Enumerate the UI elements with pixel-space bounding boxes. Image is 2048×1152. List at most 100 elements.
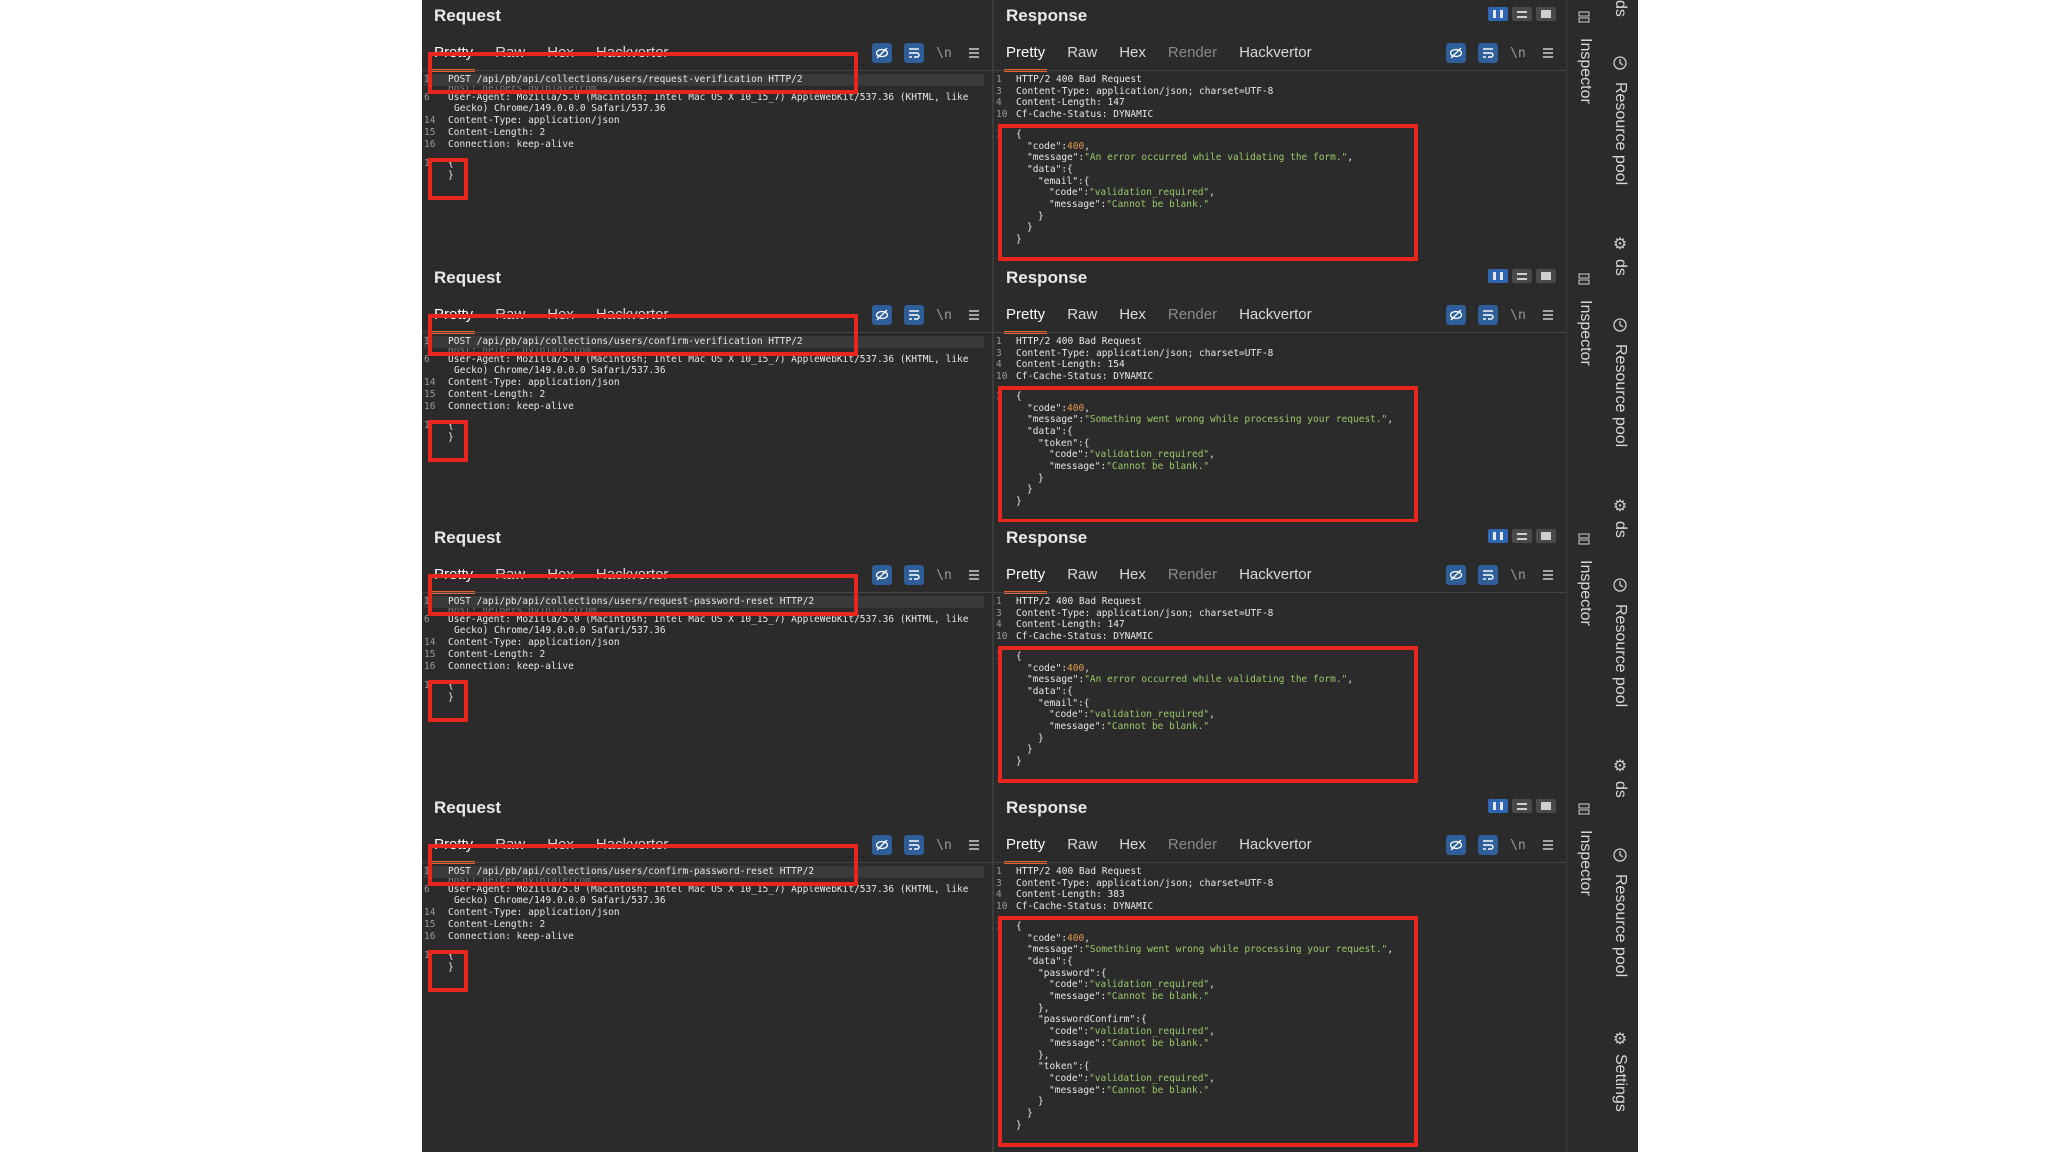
- tab-hackvertor[interactable]: Hackvertor: [1239, 566, 1312, 592]
- tab-hex[interactable]: Hex: [1119, 306, 1146, 332]
- side-by-side-layout-icon[interactable]: [1488, 269, 1508, 283]
- tab-render[interactable]: Render: [1168, 566, 1217, 592]
- ds-tab[interactable]: ds: [1611, 0, 1629, 17]
- tabbed-layout-icon[interactable]: [1536, 269, 1556, 283]
- stacked-layout-icon[interactable]: [1512, 529, 1532, 543]
- inspector-icon[interactable]: [1575, 8, 1593, 26]
- tab-pretty[interactable]: Pretty: [1003, 306, 1048, 334]
- show-newlines-button[interactable]: \n: [936, 43, 952, 63]
- hide-non-printable-icon[interactable]: [872, 305, 892, 325]
- hide-non-printable-icon[interactable]: [872, 43, 892, 63]
- gear-icon[interactable]: ⚙: [1611, 497, 1629, 515]
- ds-tab[interactable]: ds: [1611, 259, 1629, 276]
- inspector-tab[interactable]: Inspector: [1576, 38, 1594, 104]
- word-wrap-icon[interactable]: [904, 43, 924, 63]
- word-wrap-icon[interactable]: [904, 835, 924, 855]
- inspector-icon[interactable]: [1575, 800, 1593, 818]
- layout-toggle: [1488, 529, 1556, 543]
- settings-tab[interactable]: Settings: [1611, 1054, 1629, 1112]
- menu-icon[interactable]: [964, 565, 984, 585]
- show-newlines-button[interactable]: \n: [936, 305, 952, 325]
- highlight-box-empty-body: [428, 950, 468, 992]
- tab-raw[interactable]: Raw: [1067, 566, 1097, 592]
- ds-tab[interactable]: ds: [1611, 781, 1629, 798]
- hide-non-printable-icon[interactable]: [1446, 305, 1466, 325]
- tab-hackvertor[interactable]: Hackvertor: [1239, 44, 1312, 70]
- resource-pool-icon[interactable]: [1611, 54, 1629, 72]
- word-wrap-icon[interactable]: [1478, 835, 1498, 855]
- show-newlines-button[interactable]: \n: [1510, 565, 1526, 585]
- show-newlines-button[interactable]: \n: [1510, 43, 1526, 63]
- tab-pretty[interactable]: Pretty: [1003, 836, 1048, 864]
- tab-hackvertor[interactable]: Hackvertor: [1239, 306, 1312, 332]
- ds-tab[interactable]: ds: [1611, 521, 1629, 538]
- resource-pool-tab[interactable]: Resource pool: [1611, 82, 1629, 185]
- inspector-tab[interactable]: Inspector: [1576, 300, 1594, 366]
- resource-pool-icon[interactable]: [1611, 576, 1629, 594]
- hide-non-printable-icon[interactable]: [1446, 835, 1466, 855]
- stacked-layout-icon[interactable]: [1512, 799, 1532, 813]
- resource-pool-tab[interactable]: Resource pool: [1611, 874, 1629, 977]
- code-line: 15 Content-Length: 2: [424, 389, 984, 401]
- menu-icon[interactable]: [1538, 565, 1558, 585]
- side-by-side-layout-icon[interactable]: [1488, 529, 1508, 543]
- word-wrap-icon[interactable]: [1478, 43, 1498, 63]
- line-text: Content-Type: application/json: [448, 115, 620, 127]
- tabbed-layout-icon[interactable]: [1536, 529, 1556, 543]
- resource-pool-icon[interactable]: [1611, 846, 1629, 864]
- side-by-side-layout-icon[interactable]: [1488, 7, 1508, 21]
- word-wrap-icon[interactable]: [1478, 305, 1498, 325]
- code-line: 16 Connection: keep-alive: [424, 661, 984, 673]
- line-number: [424, 625, 440, 637]
- stacked-layout-icon[interactable]: [1512, 269, 1532, 283]
- response-title: Response: [1006, 528, 1088, 547]
- menu-icon[interactable]: [1538, 43, 1558, 63]
- tab-hex[interactable]: Hex: [1119, 44, 1146, 70]
- gear-icon[interactable]: ⚙: [1611, 757, 1629, 775]
- tab-hex[interactable]: Hex: [1119, 836, 1146, 862]
- menu-icon[interactable]: [964, 305, 984, 325]
- menu-icon[interactable]: [964, 835, 984, 855]
- side-by-side-layout-icon[interactable]: [1488, 799, 1508, 813]
- tab-hex[interactable]: Hex: [1119, 566, 1146, 592]
- inspector-tab[interactable]: Inspector: [1576, 830, 1594, 896]
- tabbed-layout-icon[interactable]: [1536, 799, 1556, 813]
- hide-non-printable-icon[interactable]: [1446, 43, 1466, 63]
- line-number: 10: [996, 901, 1008, 913]
- gear-icon[interactable]: ⚙: [1611, 1030, 1629, 1048]
- hide-non-printable-icon[interactable]: [872, 565, 892, 585]
- stacked-layout-icon[interactable]: [1512, 7, 1532, 21]
- request-title: Request: [434, 268, 502, 287]
- word-wrap-icon[interactable]: [904, 565, 924, 585]
- tab-render[interactable]: Render: [1168, 44, 1217, 70]
- inspector-icon[interactable]: [1575, 530, 1593, 548]
- menu-icon[interactable]: [1538, 305, 1558, 325]
- inspector-tab[interactable]: Inspector: [1576, 560, 1594, 626]
- hide-non-printable-icon[interactable]: [872, 835, 892, 855]
- tab-pretty[interactable]: Pretty: [1003, 566, 1048, 594]
- gear-icon[interactable]: ⚙: [1611, 235, 1629, 253]
- tab-pretty[interactable]: Pretty: [1003, 44, 1048, 72]
- resource-pool-tab[interactable]: Resource pool: [1611, 344, 1629, 447]
- tab-render[interactable]: Render: [1168, 306, 1217, 332]
- tabbed-layout-icon[interactable]: [1536, 7, 1556, 21]
- line-text: Content-Type: application/json; charset=…: [1016, 607, 1274, 619]
- tab-raw[interactable]: Raw: [1067, 306, 1097, 332]
- hide-non-printable-icon[interactable]: [1446, 565, 1466, 585]
- menu-icon[interactable]: [1538, 835, 1558, 855]
- resource-pool-icon[interactable]: [1611, 316, 1629, 334]
- show-newlines-button[interactable]: \n: [936, 835, 952, 855]
- tab-hackvertor[interactable]: Hackvertor: [1239, 836, 1312, 862]
- inspector-icon[interactable]: [1575, 270, 1593, 288]
- tab-raw[interactable]: Raw: [1067, 836, 1097, 862]
- word-wrap-icon[interactable]: [1478, 565, 1498, 585]
- show-newlines-button[interactable]: \n: [1510, 835, 1526, 855]
- tab-raw[interactable]: Raw: [1067, 44, 1097, 70]
- show-newlines-button[interactable]: \n: [1510, 305, 1526, 325]
- menu-icon[interactable]: [964, 43, 984, 63]
- word-wrap-icon[interactable]: [904, 305, 924, 325]
- show-newlines-button[interactable]: \n: [936, 565, 952, 585]
- tab-render[interactable]: Render: [1168, 836, 1217, 862]
- resource-pool-tab[interactable]: Resource pool: [1611, 604, 1629, 707]
